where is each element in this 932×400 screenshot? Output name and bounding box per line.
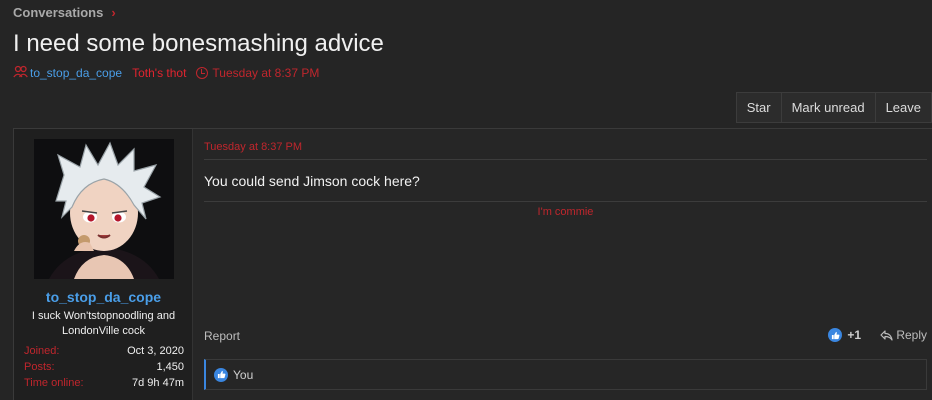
avatar[interactable] xyxy=(34,139,174,279)
conversation-actions: Star Mark unread Leave xyxy=(735,92,932,123)
conversation-start-date[interactable]: Tuesday at 8:37 PM xyxy=(212,66,319,80)
leave-button[interactable]: Leave xyxy=(874,93,931,122)
stat-joined: Joined: Oct 3, 2020 xyxy=(24,343,184,359)
like-icon xyxy=(828,328,843,342)
reply-button[interactable]: Reply xyxy=(880,328,927,342)
divider xyxy=(204,159,927,160)
post-user-panel: to_stop_da_cope I suck Won'tstopnoodling… xyxy=(14,129,193,400)
message-body: You could send Jimson cock here? xyxy=(204,173,420,189)
reply-label: Reply xyxy=(896,328,927,342)
clock-icon xyxy=(196,67,209,79)
reaction-summary[interactable]: +1 xyxy=(828,328,861,342)
star-button[interactable]: Star xyxy=(737,93,781,122)
breadcrumb-conversations-link[interactable]: Conversations xyxy=(13,5,103,20)
chevron-right-icon: › xyxy=(111,5,116,20)
stat-time-online: Time online: 7d 9h 47m xyxy=(24,375,184,391)
mark-unread-button[interactable]: Mark unread xyxy=(780,93,875,122)
reactions-by: You xyxy=(233,367,254,382)
conversation-meta: to_stop_da_cope Toth's thot Tuesday at 8… xyxy=(13,65,319,81)
stat-value: 7d 9h 47m xyxy=(132,377,184,389)
stat-label: Joined: xyxy=(24,345,60,357)
stat-label: Time online: xyxy=(24,377,84,389)
signature: I'm commie xyxy=(537,206,594,218)
report-link[interactable]: Report xyxy=(204,329,240,343)
participant-link-1[interactable]: to_stop_da_cope xyxy=(30,66,122,80)
post-author-name[interactable]: to_stop_da_cope xyxy=(14,289,193,305)
stat-value[interactable]: 1,450 xyxy=(156,359,184,375)
breadcrumb: Conversations › xyxy=(13,5,116,20)
like-icon xyxy=(214,367,228,382)
participant-link-2[interactable]: Toth's thot xyxy=(132,66,186,80)
stat-label: Posts: xyxy=(24,361,55,373)
post-content: Tuesday at 8:37 PM You could send Jimson… xyxy=(204,129,927,400)
user-stats: Joined: Oct 3, 2020 Posts: 1,450 Time on… xyxy=(24,343,184,391)
stat-value: Oct 3, 2020 xyxy=(127,345,184,357)
post-date[interactable]: Tuesday at 8:37 PM xyxy=(204,141,302,153)
user-title: I suck Won'tstopnoodling and LondonVille… xyxy=(31,310,176,337)
participants-icon xyxy=(13,65,28,81)
reactions-bar[interactable]: You xyxy=(204,359,927,390)
stat-posts: Posts: 1,450 xyxy=(24,359,184,375)
reply-arrow-icon xyxy=(880,329,893,341)
message-post: to_stop_da_cope I suck Won'tstopnoodling… xyxy=(13,128,932,400)
reaction-count: +1 xyxy=(847,328,861,342)
signature-divider xyxy=(204,201,927,202)
page-title: I need some bonesmashing advice xyxy=(13,30,384,57)
